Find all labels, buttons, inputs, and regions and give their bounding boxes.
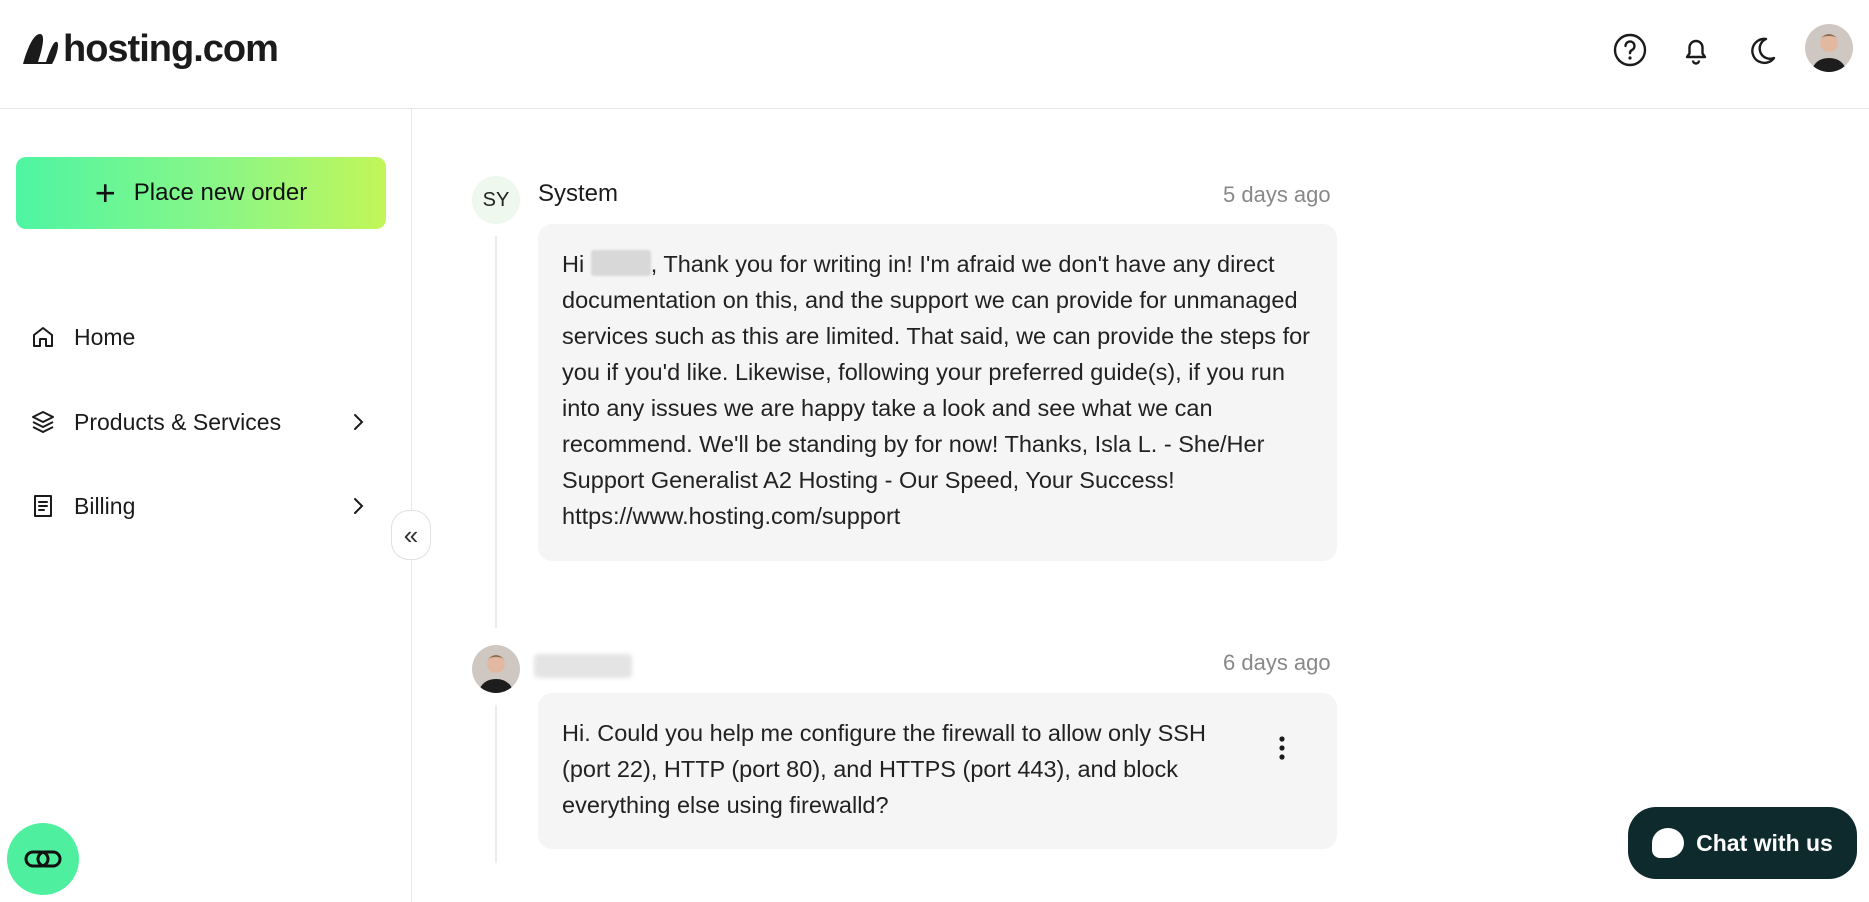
sidebar-item-label: Home xyxy=(74,323,136,350)
plus-icon: + xyxy=(94,172,116,213)
thread-line xyxy=(495,705,497,863)
place-new-order-label: Place new order xyxy=(133,179,308,206)
message-timestamp: 6 days ago xyxy=(1223,650,1331,675)
top-bar: hosting.com xyxy=(0,0,1869,109)
moon-icon[interactable] xyxy=(1742,30,1782,70)
redacted-author xyxy=(534,654,632,678)
place-new-order-button[interactable]: + Place new order xyxy=(16,157,386,229)
sidebar-item-home[interactable]: Home xyxy=(30,312,370,362)
message-text: , Thank you for writing in! I'm afraid w… xyxy=(562,251,1310,529)
chat-bubble-icon xyxy=(1652,828,1685,858)
chat-with-us-button[interactable]: Chat with us xyxy=(1628,807,1857,879)
chat-with-us-label: Chat with us xyxy=(1696,829,1833,856)
help-icon[interactable] xyxy=(1610,30,1650,70)
logo[interactable]: hosting.com xyxy=(20,24,279,74)
chevron-right-icon xyxy=(354,414,364,430)
redacted-name xyxy=(590,250,651,276)
message-text: Hi. Could you help me configure the fire… xyxy=(562,720,1206,818)
sidebar-item-products-services[interactable]: Products & Services xyxy=(30,397,370,447)
sidebar-item-label: Products & Services xyxy=(74,408,282,435)
message-bubble: Hi. Could you help me configure the fire… xyxy=(538,693,1337,849)
thread-line xyxy=(495,236,497,628)
accessibility-widget-button[interactable] xyxy=(7,823,79,895)
user-avatar[interactable] xyxy=(1805,24,1853,72)
avatar xyxy=(472,645,520,693)
message-timestamp: 5 days ago xyxy=(1223,182,1331,207)
more-options-icon[interactable] xyxy=(1267,733,1297,763)
avatar: SY xyxy=(472,176,520,224)
bell-icon[interactable] xyxy=(1676,30,1716,70)
chevron-right-icon xyxy=(354,498,364,514)
infinity-icon xyxy=(24,850,62,868)
message-author: System xyxy=(538,180,619,207)
sidebar-item-billing[interactable]: Billing xyxy=(30,481,370,531)
receipt-icon xyxy=(34,495,52,517)
layers-icon xyxy=(32,411,54,433)
message-bubble: Hi , Thank you for writing in! I'm afrai… xyxy=(538,224,1337,561)
home-icon xyxy=(33,327,53,347)
sidebar-item-label: Billing xyxy=(74,492,136,519)
logo-text: hosting.com xyxy=(63,27,279,70)
message-text-prefix: Hi xyxy=(562,251,591,277)
sidebar: + Place new order Home Products & Servic… xyxy=(0,109,412,902)
collapse-sidebar-button[interactable]: « xyxy=(391,510,431,560)
logo-mark-icon xyxy=(23,34,59,64)
double-chevron-left-icon: « xyxy=(403,519,419,550)
